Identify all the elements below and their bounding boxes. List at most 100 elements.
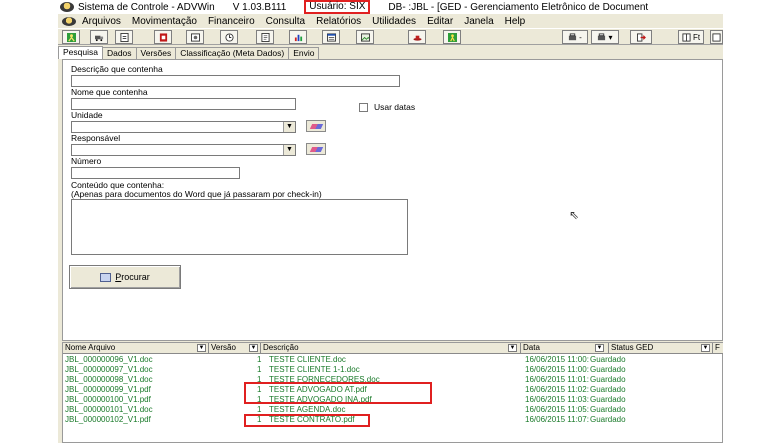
file-cell: JBL_000000100_V1.pdf xyxy=(65,395,151,404)
person-icon xyxy=(66,32,76,42)
grid-header: Nome Arquivo ▼ Versão ▼ Descrição ▼ Data ▼ S… xyxy=(63,343,723,354)
book-icon xyxy=(712,32,721,42)
pdf-icon xyxy=(159,32,167,42)
usar-datas-checkbox[interactable] xyxy=(359,103,368,112)
tab-strip: Pesquisa Dados Versões Classificação (Me… xyxy=(58,46,723,59)
ft-button[interactable]: Ft xyxy=(678,30,704,44)
chevron-down-icon[interactable]: ▼ xyxy=(197,344,206,352)
description-cell: TESTE CLIENTE.doc xyxy=(269,355,346,364)
chevron-down-icon[interactable]: ▼ xyxy=(701,344,710,352)
tab-versoes[interactable]: Versões xyxy=(135,47,177,59)
db-label: DB- :JBL - [GED - Gerenciamento Eletrôni… xyxy=(388,1,649,13)
table-row[interactable]: JBL_000000101_V1.doc 1 TESTE AGENDA.doc 16/… xyxy=(63,405,723,415)
printer-icon xyxy=(569,32,577,40)
photo-button[interactable] xyxy=(186,30,204,44)
date-cell: 16/06/2015 11:02: xyxy=(525,385,589,394)
tab-envio[interactable]: Envio xyxy=(288,47,320,59)
menu-movimentacao[interactable]: Movimentação xyxy=(132,16,197,27)
chevron-down-icon[interactable]: ▼ xyxy=(595,344,604,352)
unidade-label: Unidade xyxy=(71,110,103,120)
col-data[interactable]: Data ▼ xyxy=(521,343,609,354)
calendar-icon xyxy=(326,32,336,42)
table-row[interactable]: JBL_000000097_V1.doc 1 TESTE CLIENTE 1-1.d… xyxy=(63,365,723,375)
descricao-input[interactable] xyxy=(71,75,400,87)
tab-dados[interactable]: Dados xyxy=(101,47,137,59)
printer-icon xyxy=(598,32,606,40)
responsavel-label: Responsável xyxy=(71,133,121,143)
hat-icon xyxy=(412,35,422,41)
menu-arquivos[interactable]: Arquivos xyxy=(82,16,121,27)
truck-button[interactable] xyxy=(90,30,108,44)
figure-icon xyxy=(447,32,457,42)
responsavel-clear-button[interactable] xyxy=(306,143,326,155)
mouse-cursor-icon: ⇖ xyxy=(569,208,580,222)
status-cell: Guardado xyxy=(590,375,626,384)
nome-input[interactable] xyxy=(71,98,296,110)
date-cell: 16/06/2015 11:03: xyxy=(525,395,589,404)
table-row[interactable]: JBL_000000102_V1.pdf 1 TESTE CONTRATO.pdf 1… xyxy=(63,415,723,425)
numero-input[interactable] xyxy=(71,167,240,179)
procurar-button[interactable]: Procurar xyxy=(69,265,181,289)
menu-editar[interactable]: Editar xyxy=(427,16,453,27)
menu-help[interactable]: Help xyxy=(505,16,526,27)
conteudo-note: (Apenas para documentos do Word que já p… xyxy=(71,189,322,199)
user-label: Usuário: SIX xyxy=(304,0,371,14)
app-logo-icon xyxy=(60,2,74,12)
unidade-select[interactable]: ▼ xyxy=(71,121,296,133)
menu-utilidades[interactable]: Utilidades xyxy=(372,16,416,27)
chevron-down-icon[interactable]: ▼ xyxy=(249,344,258,352)
exit-button[interactable] xyxy=(630,30,652,44)
clock-icon xyxy=(224,32,234,42)
figure-button[interactable] xyxy=(443,30,461,44)
file-cell: JBL_000000096_V1.doc xyxy=(65,355,153,364)
col-versao[interactable]: Versão ▼ xyxy=(209,343,261,354)
table-row[interactable]: JBL_000000096_V1.doc 1 TESTE CLIENTE.doc 16… xyxy=(63,355,723,365)
pdf-button[interactable] xyxy=(154,30,172,44)
print-button-1[interactable]: - xyxy=(562,30,588,44)
status-cell: Guardado xyxy=(590,415,626,424)
chart-button[interactable] xyxy=(289,30,307,44)
chevron-down-icon: ▼ xyxy=(283,122,295,132)
col-nome-arquivo[interactable]: Nome Arquivo ▼ xyxy=(63,343,209,354)
page-icon xyxy=(260,32,270,42)
conteudo-textarea[interactable] xyxy=(71,199,408,255)
app-version: V 1.03.B111 xyxy=(232,1,287,13)
extra-button[interactable] xyxy=(710,30,723,44)
chevron-down-icon[interactable]: ▼ xyxy=(508,344,517,352)
page-button[interactable] xyxy=(256,30,274,44)
status-cell: Guardado xyxy=(590,385,626,394)
col-descricao[interactable]: Descrição ▼ xyxy=(261,343,521,354)
status-cell: Guardado xyxy=(590,395,626,404)
bar-chart-icon xyxy=(294,34,302,41)
person-button[interactable] xyxy=(62,30,80,44)
print-button-2[interactable]: ▾ xyxy=(591,30,619,44)
results-grid: Nome Arquivo ▼ Versão ▼ Descrição ▼ Data ▼ S… xyxy=(62,342,723,443)
col-status-ged[interactable]: Status GED ▼ xyxy=(609,343,713,354)
menu-financeiro[interactable]: Financeiro xyxy=(208,16,255,27)
menu-janela[interactable]: Janela xyxy=(464,16,493,27)
nome-label: Nome que contenha xyxy=(71,87,148,97)
tab-classificacao[interactable]: Classificação (Meta Dados) xyxy=(175,47,290,59)
document-button[interactable] xyxy=(115,30,133,44)
hat-button[interactable] xyxy=(408,30,426,44)
menu-relatorios[interactable]: Relatórios xyxy=(316,16,361,27)
date-cell: 16/06/2015 11:07: xyxy=(525,415,589,424)
exit-icon xyxy=(636,32,646,42)
image-button[interactable] xyxy=(356,30,374,44)
truck-icon xyxy=(94,35,103,41)
tab-pesquisa[interactable]: Pesquisa xyxy=(58,46,103,59)
calendar-button[interactable] xyxy=(322,30,340,44)
col-f[interactable]: F xyxy=(713,343,723,354)
menu-consulta[interactable]: Consulta xyxy=(266,16,305,27)
date-cell: 16/06/2015 11:00: xyxy=(525,355,589,364)
clock-button[interactable] xyxy=(220,30,238,44)
date-cell: 16/06/2015 11:01: xyxy=(525,375,589,384)
ft-label: Ft xyxy=(692,32,701,42)
file-cell: JBL_000000102_V1.pdf xyxy=(65,415,151,424)
app-logo-icon[interactable] xyxy=(62,16,76,26)
version-cell: 1 xyxy=(257,365,262,374)
responsavel-select[interactable]: ▼ xyxy=(71,144,296,156)
file-cell: JBL_000000098_V1.doc xyxy=(65,375,153,384)
unidade-clear-button[interactable] xyxy=(306,120,326,132)
app-window: Sistema de Controle - ADVWin V 1.03.B111… xyxy=(58,0,723,443)
